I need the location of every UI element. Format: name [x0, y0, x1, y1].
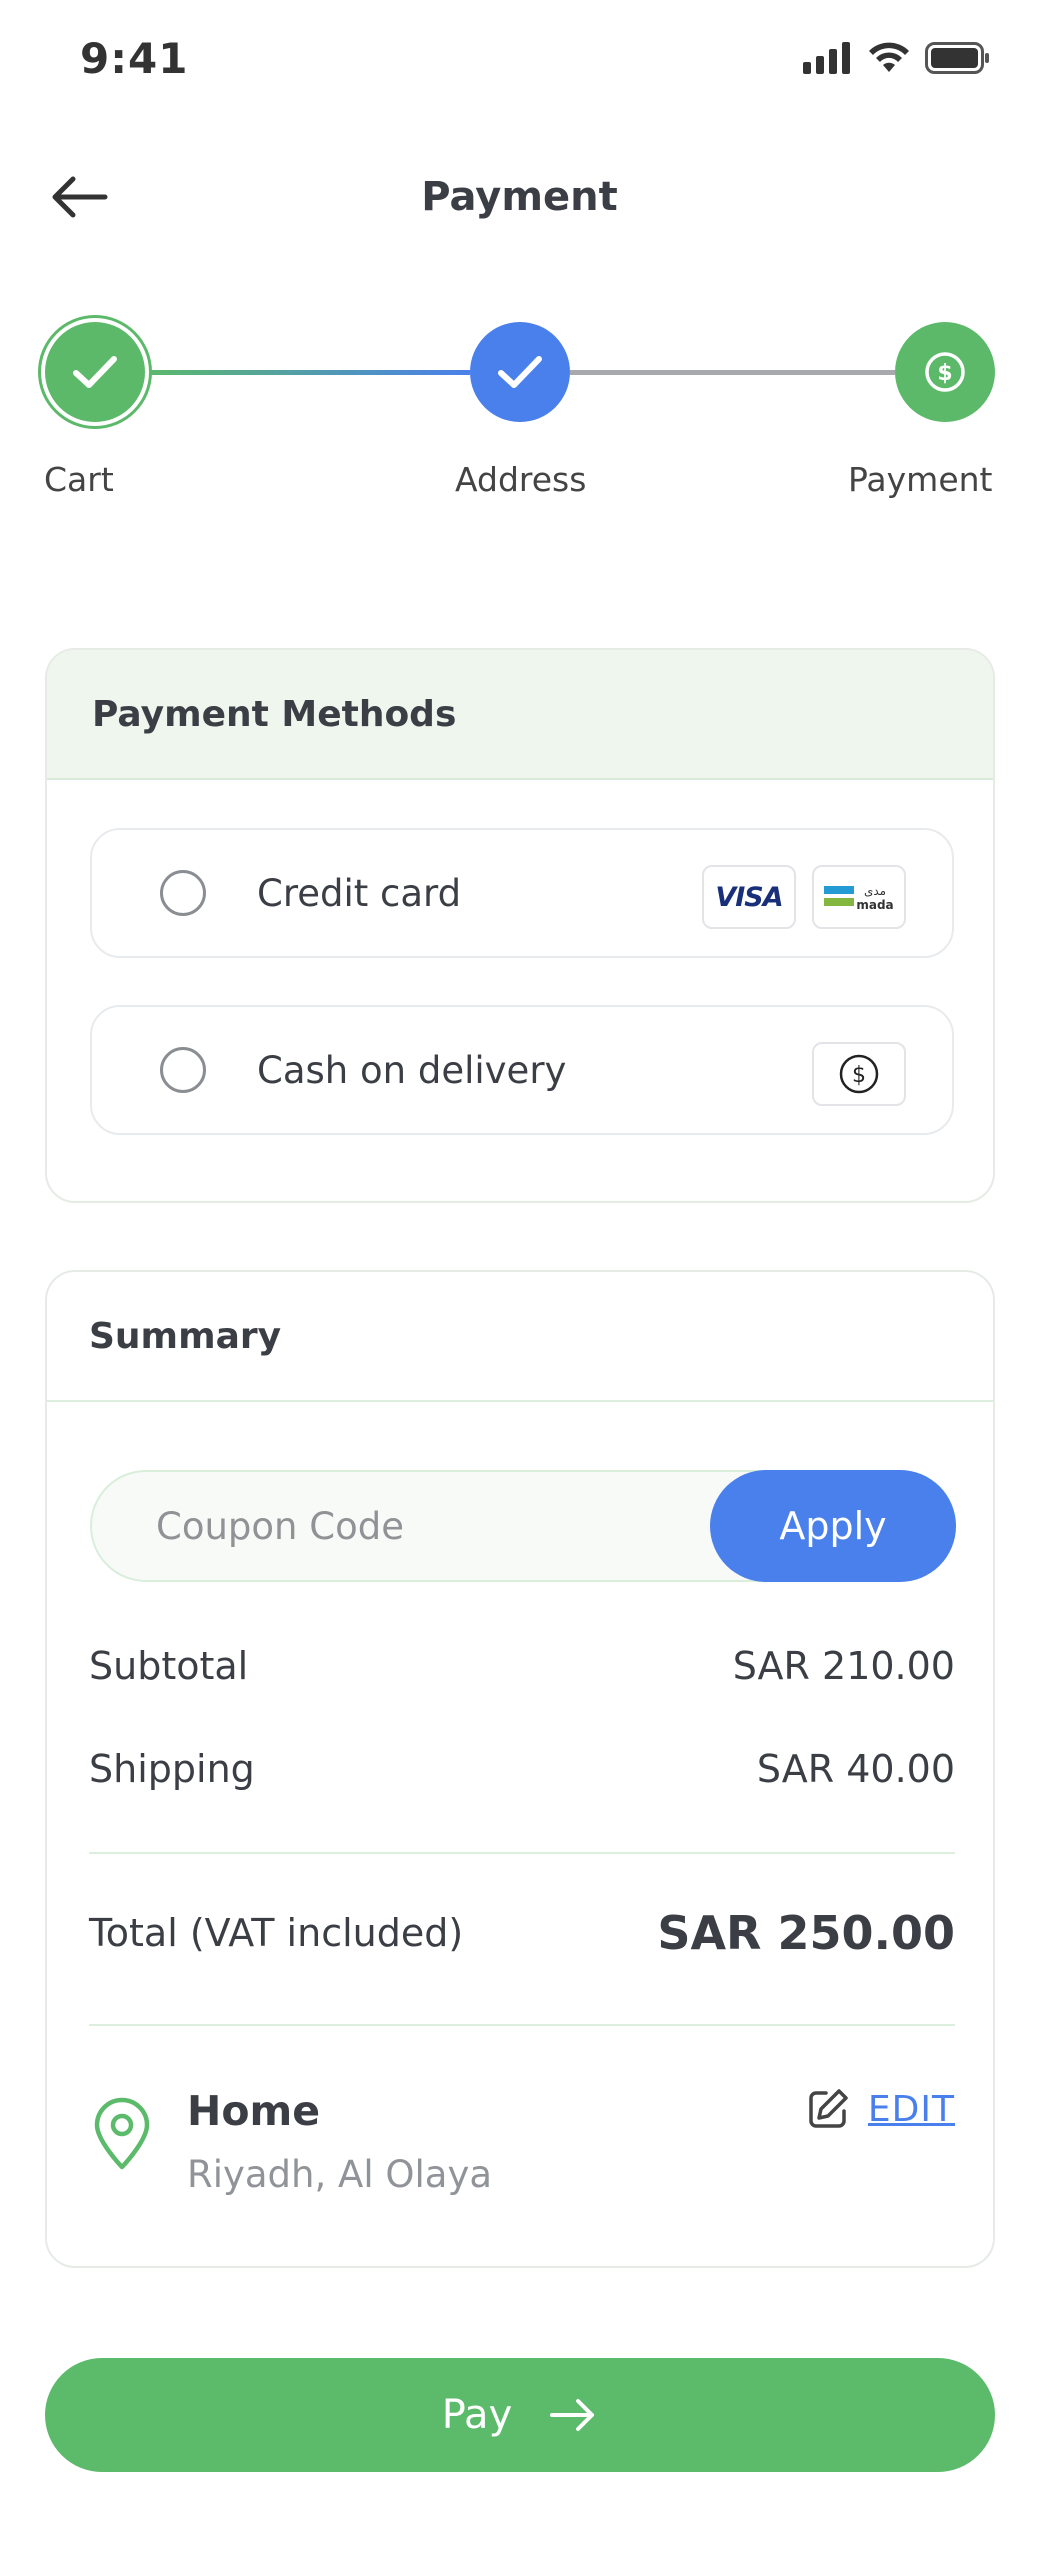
location-pin-icon — [94, 2097, 150, 2170]
total-label: Total (VAT included) — [89, 1911, 464, 1955]
address-name: Home — [187, 2087, 321, 2135]
payment-option-label: Cash on delivery — [257, 1048, 567, 1092]
arrow-right-icon — [550, 2399, 595, 2431]
payment-methods-title: Payment Methods — [47, 650, 993, 780]
payment-option-label: Credit card — [257, 871, 462, 915]
edit-address-link[interactable]: EDIT — [868, 2089, 955, 2130]
dollar-circle-icon: $ — [925, 352, 965, 392]
summary-card: Summary Apply Subtotal SAR 210.00 Shippi… — [45, 1270, 995, 2268]
shipping-label: Shipping — [89, 1747, 255, 1791]
check-icon — [498, 356, 542, 388]
status-bar: 9:41 — [0, 0, 1039, 120]
progress-stepper: $ Cart Address Payment — [0, 310, 1039, 530]
divider — [89, 1852, 955, 1854]
mada-logo-graphic: مدى mada — [824, 884, 894, 912]
coupon-input[interactable] — [92, 1472, 712, 1580]
svg-text:مدى: مدى — [864, 884, 886, 898]
edit-address-button[interactable]: EDIT — [806, 2087, 955, 2131]
radio-cash-on-delivery[interactable] — [160, 1047, 206, 1093]
edit-icon — [809, 2089, 848, 2128]
cash-icon-badge: $ — [812, 1042, 906, 1106]
radio-credit-card[interactable] — [160, 870, 206, 916]
step-label-payment: Payment — [848, 460, 993, 499]
total-row: Total (VAT included) SAR 250.00 — [89, 1906, 955, 1960]
dollar-circle-icon: $ — [839, 1054, 879, 1094]
delivery-address: Home Riyadh, Al Olaya EDIT — [89, 2087, 955, 2217]
total-value: SAR 250.00 — [657, 1906, 955, 1960]
pay-button-label: Pay — [441, 2392, 513, 2438]
step-label-cart: Cart — [44, 460, 114, 499]
status-time: 9:41 — [80, 34, 189, 83]
shipping-row: Shipping SAR 40.00 — [89, 1747, 955, 1791]
step-connector-2 — [570, 370, 895, 375]
step-connector-1 — [145, 370, 470, 375]
step-label-address: Address — [455, 460, 587, 499]
apply-coupon-button[interactable]: Apply — [710, 1470, 956, 1582]
subtotal-label: Subtotal — [89, 1644, 249, 1688]
payment-option-credit-card[interactable]: Credit card VISA مدى mada — [90, 828, 954, 958]
header: Payment — [0, 140, 1039, 250]
payment-option-cash[interactable]: Cash on delivery $ — [90, 1005, 954, 1135]
summary-title: Summary — [47, 1272, 993, 1402]
divider — [89, 2024, 955, 2026]
pay-button[interactable]: Pay — [45, 2358, 995, 2472]
coupon-field: Apply — [90, 1470, 956, 1582]
subtotal-value: SAR 210.00 — [732, 1644, 955, 1688]
battery-icon — [925, 42, 989, 74]
step-cart — [45, 322, 145, 422]
svg-text:mada: mada — [856, 898, 893, 912]
signal-icon — [803, 42, 850, 74]
subtotal-row: Subtotal SAR 210.00 — [89, 1644, 955, 1688]
status-icons — [803, 42, 991, 74]
page-title: Payment — [421, 174, 618, 220]
svg-text:$: $ — [937, 361, 952, 386]
payment-methods-card: Payment Methods Credit card VISA مدى mad… — [45, 648, 995, 1203]
mada-logo: مدى mada — [812, 865, 906, 929]
visa-logo-text: VISA — [715, 881, 783, 913]
svg-text:$: $ — [852, 1063, 866, 1088]
visa-logo: VISA — [702, 865, 796, 929]
step-payment: $ — [895, 322, 995, 422]
address-detail: Riyadh, Al Olaya — [187, 2153, 493, 2196]
shipping-value: SAR 40.00 — [756, 1747, 955, 1791]
step-address — [470, 322, 570, 422]
wifi-icon — [869, 42, 909, 72]
check-icon — [73, 356, 117, 388]
